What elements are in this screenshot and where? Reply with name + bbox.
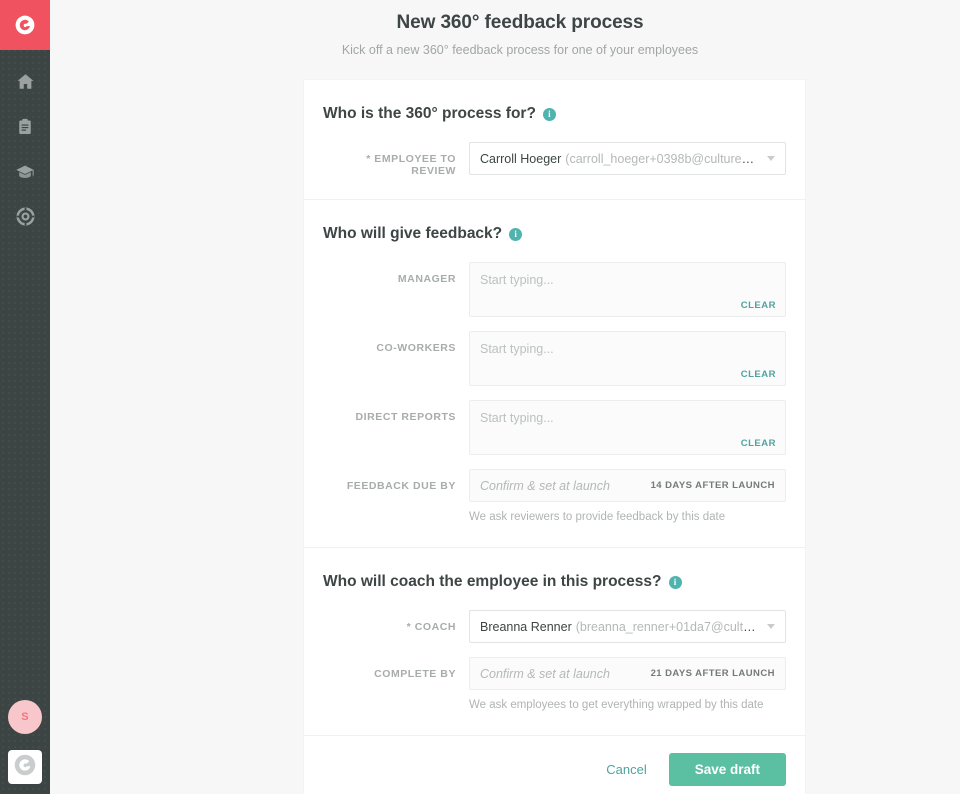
direct-reports-clear-button[interactable]: Clear [741,438,776,449]
complete-by-badge: 21 days after launch [650,668,775,679]
sidebar-item-learning[interactable] [0,149,50,194]
left-sidebar: S [0,0,50,794]
chevron-down-icon [767,156,775,161]
section-title-text: Who will coach the employee in this proc… [323,573,662,590]
chevron-down-icon [767,624,775,629]
manager-clear-button[interactable]: Clear [741,300,776,311]
field-label: DIRECT REPORTS [355,411,456,423]
field-control: Breanna Renner (breanna_renner+01da7@cult… [469,610,786,643]
complete-by-input[interactable]: Confirm & set at launch 21 days after la… [469,657,786,690]
section-title-text: Who will give feedback? [323,225,503,242]
select-value: Carroll Hoeger (carroll_hoeger+0398b@cult… [480,152,759,166]
field-direct-reports: DIRECT REPORTS Start typing... Clear [323,400,786,455]
field-label: COMPLETE BY [374,668,456,680]
field-coach: * COACH Breanna Renner (breanna_renner+01… [323,610,786,643]
complete-by-hint: We ask employees to get everything wrapp… [469,699,764,711]
co-workers-clear-button[interactable]: Clear [741,369,776,380]
field-employee-to-review: * EMPLOYEE TO REVIEW Carroll Hoeger (carr… [323,142,786,177]
cancel-button[interactable]: Cancel [596,754,656,785]
feedback-due-by-input[interactable]: Confirm & set at launch 14 days after la… [469,469,786,502]
field-control: Confirm & set at launch 21 days after la… [469,657,786,713]
culture-amp-logo-tile[interactable] [0,0,50,50]
manager-input[interactable]: Start typing... Clear [469,262,786,317]
page-title: New 360° feedback process [396,12,644,33]
select-value: Breanna Renner (breanna_renner+01da7@cult… [480,620,759,634]
section-title-text: Who is the 360° process for? [323,105,536,122]
sidebar-item-support[interactable] [0,194,50,239]
save-draft-button[interactable]: Save draft [668,753,786,786]
field-feedback-due-by: FEEDBACK DUE BY Confirm & set at launch … [323,469,786,525]
graduation-cap-icon [15,162,35,182]
direct-reports-input[interactable]: Start typing... Clear [469,400,786,455]
field-control: Start typing... Clear [469,400,786,455]
selected-employee-email: (carroll_hoeger+0398b@cultureamp.c... [565,151,759,166]
sidebar-item-home[interactable] [0,59,50,104]
lifebuoy-icon [15,207,35,226]
selected-employee-name: Carroll Hoeger [480,151,562,166]
form-actions: Cancel Save draft [304,736,805,794]
feedback-due-by-placeholder: Confirm & set at launch [480,478,610,493]
new-360-form-card: Who is the 360° process for? i * EMPLOYE… [304,80,805,794]
culture-amp-logo-icon [14,14,36,36]
clipboard-icon [16,118,34,136]
info-icon[interactable]: i [668,575,682,589]
co-workers-placeholder: Start typing... [480,342,554,356]
culture-amp-mark-tile[interactable] [8,750,42,784]
employee-to-review-select[interactable]: Carroll Hoeger (carroll_hoeger+0398b@cult… [469,142,786,175]
field-label: CO-WORKERS [376,342,456,354]
manager-placeholder: Start typing... [480,273,554,287]
field-label: MANAGER [397,273,456,285]
page-subtitle: Kick off a new 360° feedback process for… [341,43,699,57]
avatar-initials: S [21,711,29,723]
section-title: Who will coach the employee in this proc… [323,572,786,592]
field-co-workers: CO-WORKERS Start typing... Clear [323,331,786,386]
field-manager: MANAGER Start typing... Clear [323,262,786,317]
complete-by-placeholder: Confirm & set at launch [480,666,610,681]
field-complete-by: COMPLETE BY Confirm & set at launch 21 d… [323,657,786,713]
selected-coach-name: Breanna Renner [480,619,572,634]
field-control: Start typing... Clear [469,262,786,317]
info-icon[interactable]: i [509,227,523,241]
section-who-will-give-feedback: Who will give feedback? i MANAGER Start … [304,200,805,548]
section-who-will-coach: Who will coach the employee in this proc… [304,548,805,736]
field-label: FEEDBACK DUE BY [346,480,456,492]
feedback-due-by-badge: 14 days after launch [650,480,775,491]
section-who-is-process-for: Who is the 360° process for? i * EMPLOYE… [304,80,805,200]
info-icon[interactable]: i [542,107,556,121]
co-workers-input[interactable]: Start typing... Clear [469,331,786,386]
field-control: Confirm & set at launch 14 days after la… [469,469,786,525]
coach-select[interactable]: Breanna Renner (breanna_renner+01da7@cult… [469,610,786,643]
field-label: * COACH [406,621,456,633]
app-root: S New 360° feedback process Kick off a n… [0,0,960,794]
main-content: New 360° feedback process Kick off a new… [50,0,960,794]
direct-reports-placeholder: Start typing... [480,411,554,425]
page-header: New 360° feedback process Kick off a new… [50,0,960,59]
selected-coach-email: (breanna_renner+01da7@cultuream... [575,619,759,634]
field-control: Start typing... Clear [469,331,786,386]
feedback-due-by-hint: We ask reviewers to provide feedback by … [469,511,726,523]
sidebar-nav [0,59,50,239]
avatar[interactable]: S [8,700,42,734]
section-title: Who is the 360° process for? i [323,104,786,124]
home-icon [16,72,35,91]
field-label: * EMPLOYEE TO REVIEW [366,153,456,177]
sidebar-footer: S [0,700,50,794]
sidebar-item-surveys[interactable] [0,104,50,149]
field-control: Carroll Hoeger (carroll_hoeger+0398b@cult… [469,142,786,175]
section-title: Who will give feedback? i [323,224,786,244]
culture-amp-mark-icon [13,753,37,782]
